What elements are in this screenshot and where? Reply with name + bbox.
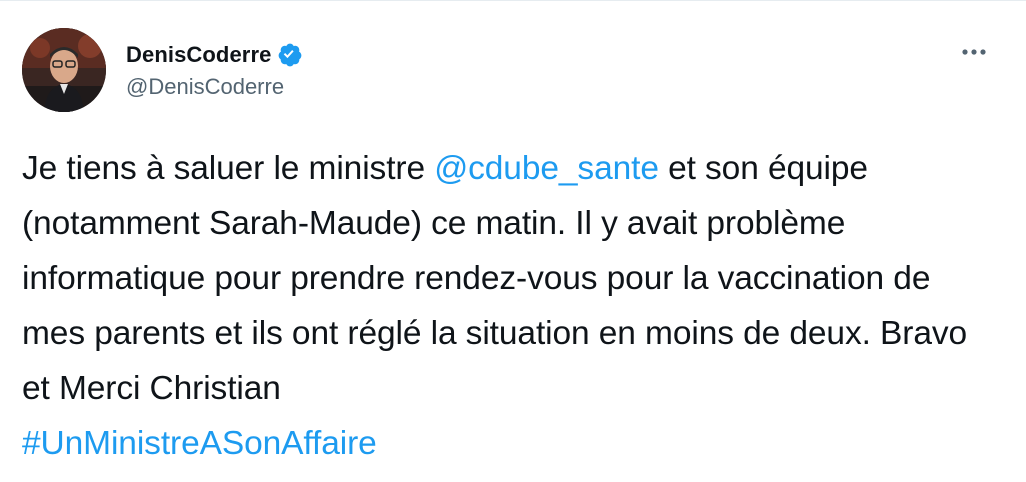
tweet-text-part-2: et son équipe (notamment Sarah-Maude) ce…: [22, 150, 968, 407]
user-handle[interactable]: @DenisCoderre: [126, 74, 303, 100]
avatar[interactable]: [22, 28, 106, 112]
tweet-text: Je tiens à saluer le ministre @cdube_san…: [22, 141, 997, 471]
hashtag-link[interactable]: #UnMinistreASonAffaire: [22, 425, 377, 462]
tweet-header: DenisCoderre @DenisCoderre: [22, 28, 1004, 116]
display-name-row: DenisCoderre: [126, 40, 303, 70]
user-info: DenisCoderre @DenisCoderre: [126, 40, 303, 100]
tweet-text-part-1: Je tiens à saluer le ministre: [22, 150, 435, 187]
mention-link[interactable]: @cdube_sante: [434, 150, 659, 187]
tweet-card: DenisCoderre @DenisCoderre Je tiens à sa…: [0, 0, 1026, 482]
more-options-icon: [962, 49, 986, 55]
more-options-button[interactable]: [956, 40, 992, 64]
display-name[interactable]: DenisCoderre: [126, 42, 271, 68]
verified-badge-icon: [277, 42, 303, 68]
avatar-photo: [22, 28, 106, 112]
